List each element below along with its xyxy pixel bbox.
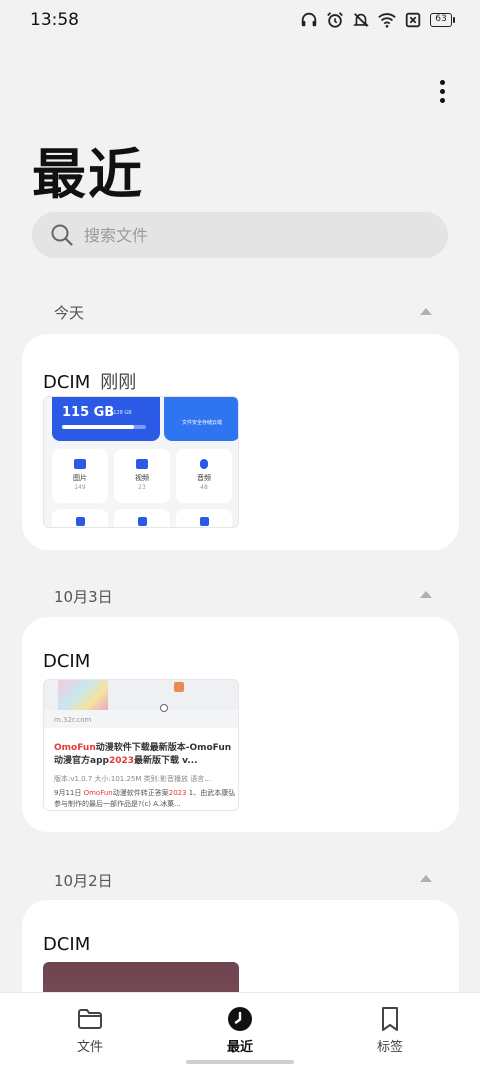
app-icon xyxy=(174,682,184,692)
document-icon xyxy=(75,517,85,526)
tile-document xyxy=(52,509,108,527)
archive-icon xyxy=(199,517,209,526)
folder-icon xyxy=(78,1009,102,1029)
status-icons: 63 xyxy=(300,11,455,29)
more-dot-icon xyxy=(439,80,445,85)
tile-archive xyxy=(176,509,232,527)
video-icon xyxy=(136,459,148,469)
bookmark-icon xyxy=(382,1007,398,1031)
article-desc: 9月11日 OmoFun动漫软件转正答案2023 1、由武本康弘参与制作的最后一… xyxy=(54,789,236,808)
tile-count: 48 xyxy=(200,484,208,491)
folder-name: DCIM xyxy=(43,934,91,955)
nav-label: 文件 xyxy=(76,1040,103,1055)
nav-tags[interactable]: 标签 xyxy=(350,1005,430,1055)
tile-videos: 视频 23 xyxy=(114,449,170,503)
clock-icon xyxy=(228,1007,252,1031)
wifi-icon xyxy=(378,13,396,28)
nav-label: 标签 xyxy=(376,1040,403,1055)
site-url: m.32r.com xyxy=(54,716,92,724)
alarm-icon xyxy=(327,12,343,28)
tile-name: 音频 xyxy=(197,474,211,482)
collapse-arrow-icon[interactable] xyxy=(420,875,432,882)
storage-used: 115 GB xyxy=(62,405,115,420)
mute-icon xyxy=(353,13,369,27)
section-date-oct3: 10月3日 xyxy=(54,588,113,606)
search-input[interactable] xyxy=(84,212,424,258)
tile-name: 视频 xyxy=(135,474,149,482)
card-title: DCIM xyxy=(43,651,90,672)
time-label: 刚刚 xyxy=(100,372,137,393)
more-dot-icon xyxy=(439,89,445,94)
section-date-today: 今天 xyxy=(54,304,85,322)
more-options-button[interactable] xyxy=(434,80,450,106)
page-dot-icon xyxy=(160,704,168,712)
tile-count: 149 xyxy=(74,484,86,491)
nav-files[interactable]: 文件 xyxy=(50,1005,130,1055)
image-icon xyxy=(74,459,86,469)
storage-panel: 115 GB / 128 GB xyxy=(52,397,160,441)
headphones-icon xyxy=(301,12,317,27)
web-body: OmoFun动漫软件下载最新版本-OmoFun动漫官方app2023最新版下载 … xyxy=(44,728,238,810)
tile-package xyxy=(114,509,170,527)
article-title: OmoFun动漫软件下载最新版本-OmoFun动漫官方app2023最新版下载 … xyxy=(54,743,232,766)
card-title: DCIM xyxy=(43,934,90,955)
storage-total: / 128 GB xyxy=(110,410,132,416)
tile-images: 图片 149 xyxy=(52,449,108,503)
more-dot-icon xyxy=(439,98,445,103)
status-time: 13:58 xyxy=(30,10,79,30)
nav-recent[interactable]: 最近 xyxy=(200,1005,280,1055)
anime-image xyxy=(58,680,108,710)
folder-name: DCIM xyxy=(43,651,91,672)
status-bar: 13:58 63 xyxy=(0,0,480,40)
screenshot-thumbnail[interactable]: 115 GB / 128 GB 文件安全存储云端 图片 149 视频 23 音频… xyxy=(43,396,239,528)
music-note-icon xyxy=(200,459,208,469)
page-title: 最近 xyxy=(32,143,144,206)
tile-count: 23 xyxy=(138,484,146,491)
bottom-nav: 文件 最近 标签 xyxy=(0,992,480,1066)
folder-name: DCIM xyxy=(43,372,91,393)
home-indicator[interactable] xyxy=(186,1060,294,1064)
storage-bar xyxy=(62,425,146,429)
screenshot-thumbnail[interactable]: m.32r.com OmoFun动漫软件下载最新版本-OmoFun动漫官方app… xyxy=(43,679,239,811)
recent-card-today[interactable]: DCIM 刚刚 115 GB / 128 GB 文件安全存储云端 图片 149 视… xyxy=(22,334,459,550)
search-bar[interactable] xyxy=(32,212,448,258)
collapse-arrow-icon[interactable] xyxy=(420,308,432,315)
package-icon xyxy=(137,517,147,526)
tile-audio: 音频 48 xyxy=(176,449,232,503)
collapse-arrow-icon[interactable] xyxy=(420,591,432,598)
article-meta: 版本:v1.0.7 大小:101.25M 类别:影音播放 语言... xyxy=(54,775,211,783)
search-icon xyxy=(51,224,73,246)
cloud-banner: 文件安全存储云端 xyxy=(164,397,238,441)
section-date-oct2: 10月2日 xyxy=(54,872,113,890)
tile-name: 图片 xyxy=(73,474,87,482)
battery-icon: 63 xyxy=(430,13,455,27)
nav-label: 最近 xyxy=(226,1040,253,1055)
recent-card-oct3[interactable]: DCIM m.32r.com OmoFun动漫软件下载最新版本-OmoFun动漫… xyxy=(22,617,459,832)
no-sim-icon xyxy=(405,12,421,28)
card-title: DCIM 刚刚 xyxy=(43,368,136,394)
